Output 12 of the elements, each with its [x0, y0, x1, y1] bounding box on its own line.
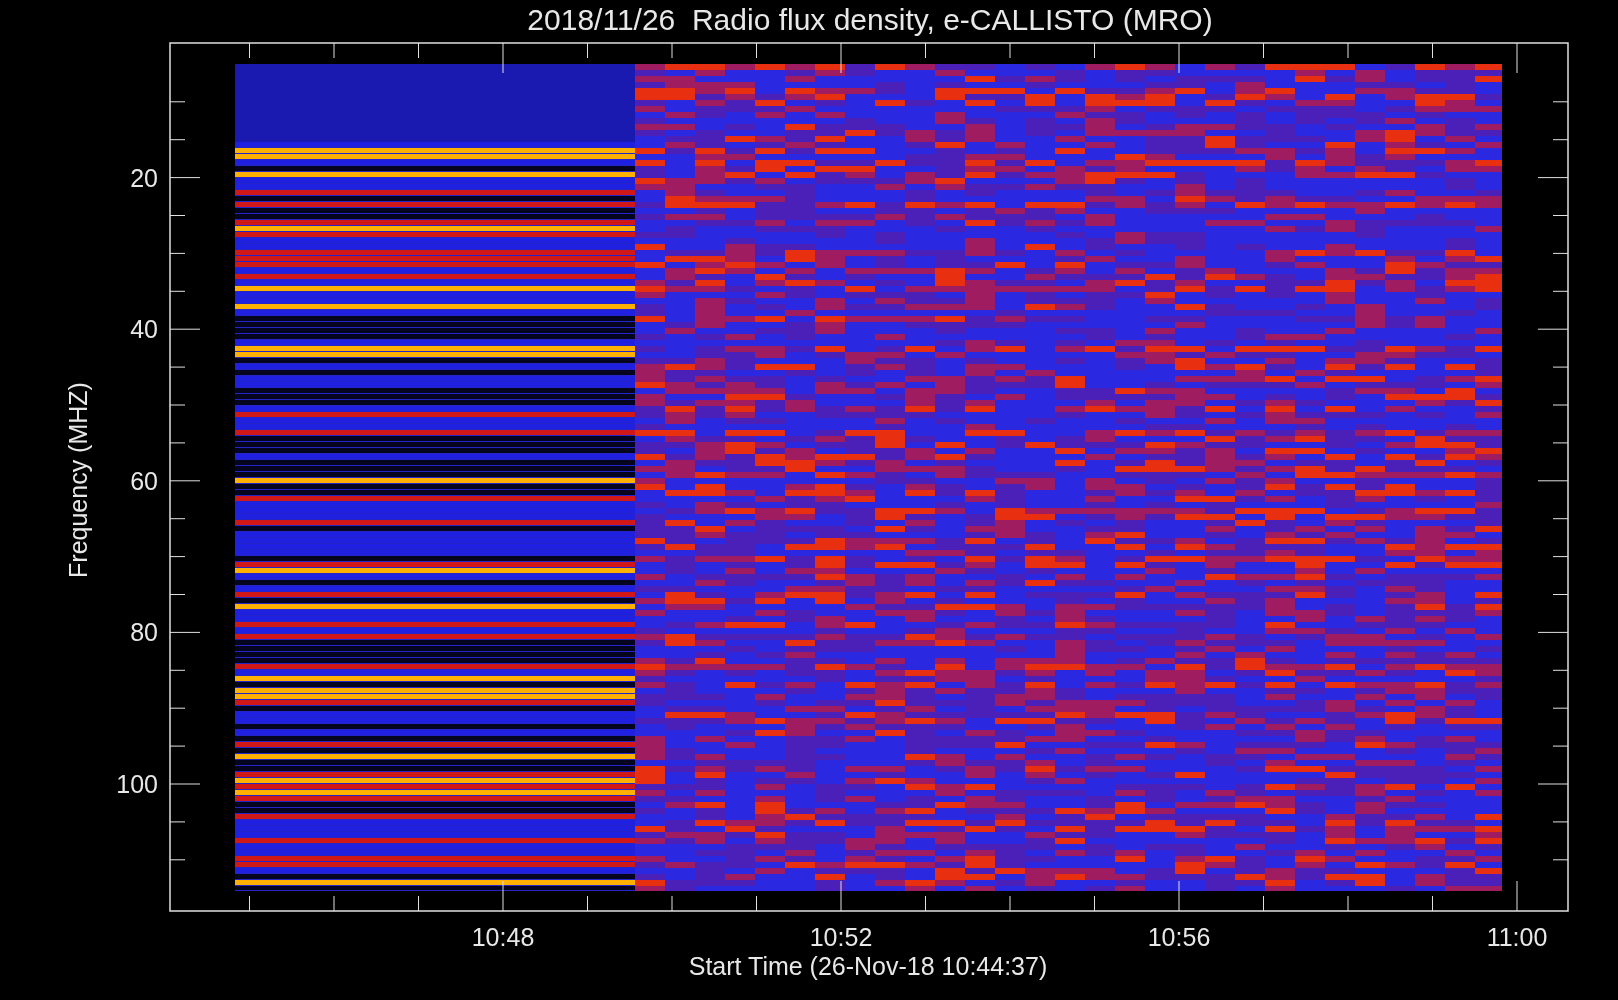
y-tick-label: 20: [130, 163, 158, 192]
x-tick-label: 10:56: [1147, 923, 1211, 951]
x-tick-label: 10:52: [809, 923, 873, 951]
x-tick-label: 10:48: [471, 923, 535, 951]
y-tick-label: 60: [130, 466, 158, 495]
y-tick-label: 40: [130, 315, 158, 344]
x-axis-label: Start Time (26-Nov-18 10:44:37): [688, 952, 1048, 980]
x-tick-label: 11:00: [1486, 923, 1548, 951]
y-tick-label: 80: [130, 618, 158, 647]
y-axis-label: Frequency (MHZ): [64, 382, 92, 578]
chart-title: 2018/11/26 Radio flux density, e-CALLISTO (MRO): [527, 3, 1213, 36]
y-tick-label: 100: [116, 770, 158, 798]
